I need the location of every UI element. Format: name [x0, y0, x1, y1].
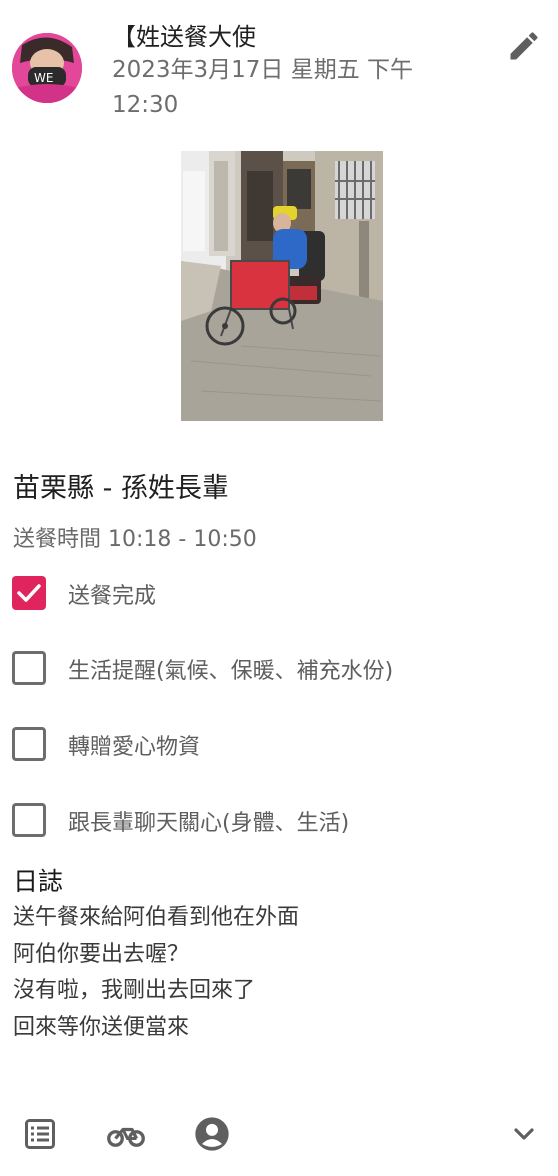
- avatar-mask-text: WE: [34, 71, 53, 85]
- checklist-label: 跟長輩聊天關心(身體、生活): [68, 811, 350, 836]
- log-line: 回來等你送便當來: [13, 1014, 190, 1040]
- delivery-time: 送餐時間 10:18 - 10:50: [13, 527, 257, 552]
- avatar-image: WE: [12, 33, 82, 103]
- checklist-item-meal-delivered[interactable]: 送餐完成: [0, 562, 558, 622]
- account-icon: [195, 1117, 229, 1151]
- list-icon: [25, 1119, 55, 1149]
- log-line: 送午餐來給阿伯看到他在外面: [13, 905, 300, 930]
- checkbox-checked[interactable]: [12, 576, 46, 610]
- checklist-label: 轉贈愛心物資: [68, 735, 201, 760]
- checkmark-icon: [17, 584, 41, 602]
- post-timestamp: 2023年3月17日 星期五 下午 12:30: [112, 57, 414, 118]
- profile-button[interactable]: [188, 1110, 236, 1158]
- bottom-toolbar: [0, 1100, 558, 1170]
- checklist-label: 生活提醒(氣候、保暖、補充水份): [68, 659, 394, 684]
- post-photo[interactable]: [181, 151, 383, 421]
- chevron-down-icon: [514, 1128, 534, 1140]
- checklist-item-life-reminder[interactable]: 生活提醒(氣候、保暖、補充水份): [0, 637, 558, 697]
- avatar[interactable]: WE: [12, 33, 82, 103]
- log-heading: 日誌: [13, 867, 64, 896]
- checklist-item-chat-care[interactable]: 跟長輩聊天關心(身體、生活): [0, 789, 558, 849]
- photo-scene: [181, 151, 383, 421]
- checkbox-unchecked[interactable]: [12, 727, 46, 761]
- author-name: 【姓送餐大使: [112, 23, 256, 51]
- checklist-item-donated-supplies[interactable]: 轉贈愛心物資: [0, 713, 558, 773]
- expand-button[interactable]: [500, 1110, 548, 1158]
- log-body: 送午餐來給阿伯看到他在外面 阿伯你要出去喔？ 沒有啦，我剛出去回來了 回來等你送…: [13, 900, 533, 1046]
- delivery-button[interactable]: [102, 1110, 150, 1158]
- checklist-label: 送餐完成: [68, 584, 157, 609]
- log-line: 沒有啦，我剛出去回來了: [13, 978, 256, 1003]
- edit-button[interactable]: [500, 22, 548, 70]
- checkbox-unchecked[interactable]: [12, 651, 46, 685]
- list-button[interactable]: [16, 1110, 64, 1158]
- log-line: 阿伯你要出去喔？: [13, 941, 190, 967]
- post-detail-page: WE 【姓送餐大使 2023年3月17日 星期五 下午 12:30 苗栗縣 - …: [0, 0, 558, 1176]
- post-header: WE 【姓送餐大使 2023年3月17日 星期五 下午 12:30: [0, 0, 558, 130]
- elder-title: 苗栗縣 - 孫姓長輩: [13, 473, 229, 504]
- pencil-icon: [510, 32, 538, 60]
- bicycle-icon: [107, 1127, 145, 1147]
- checkbox-unchecked[interactable]: [12, 803, 46, 837]
